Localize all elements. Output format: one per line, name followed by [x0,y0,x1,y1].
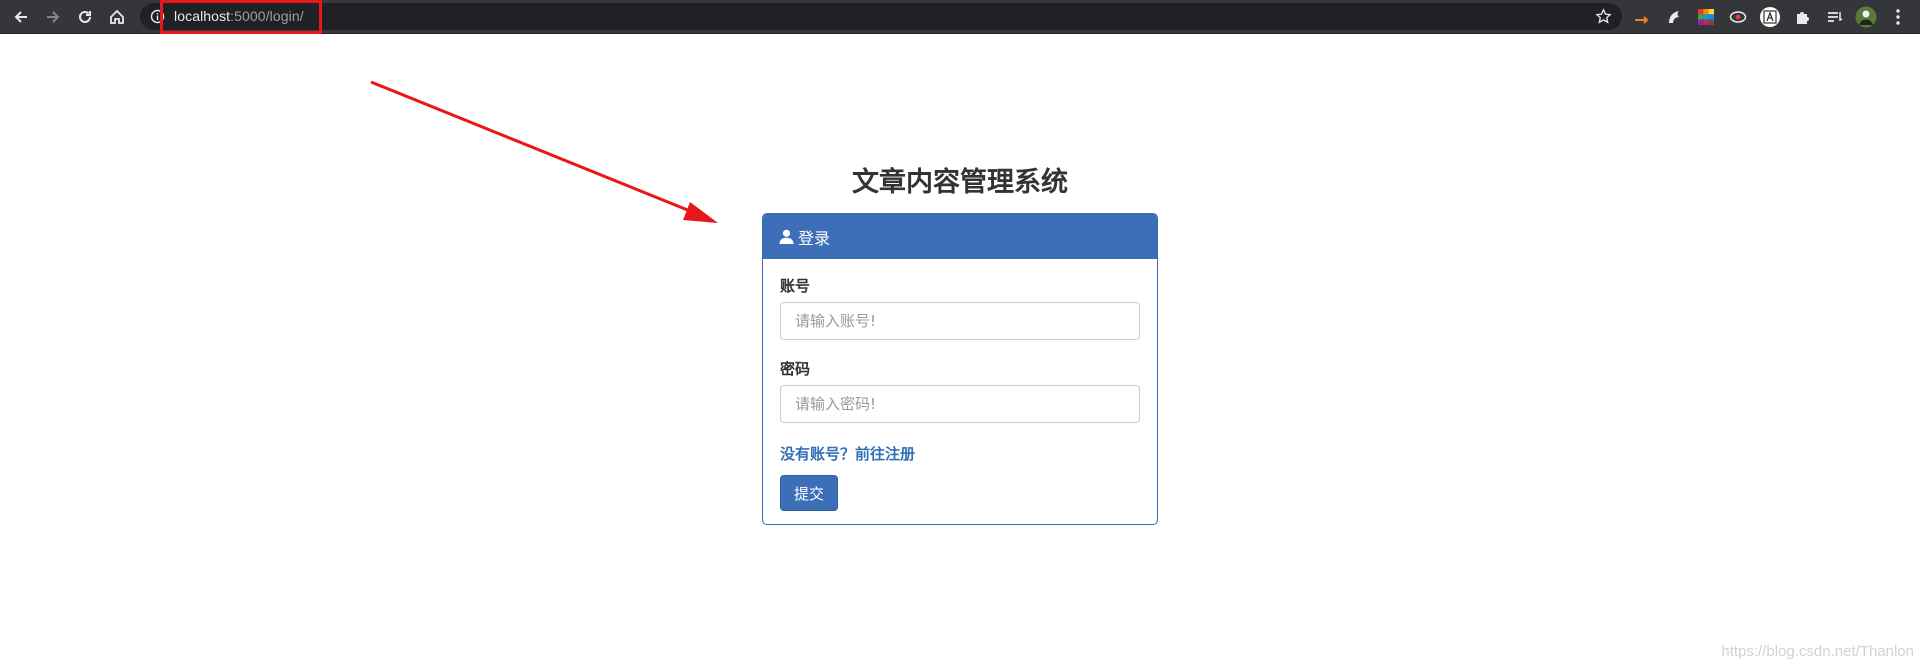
wolf-extension-icon [1669,11,1679,23]
eye-extension-button[interactable] [1726,5,1750,29]
translate-extension-icon [1760,7,1780,27]
register-link[interactable]: 没有账号？前往注册 [780,443,915,464]
profile-avatar [1855,6,1877,28]
reading-list-button[interactable] [1822,5,1846,29]
back-button[interactable] [7,3,35,31]
more-menu-button[interactable] [1886,5,1910,29]
login-form: 账号 密码 没有账号？前往注册 提交 [763,259,1157,524]
account-group: 账号 [780,275,1140,340]
reload-button[interactable] [71,3,99,31]
puzzle-icon [1796,11,1809,24]
color-palette-extension-icon [1698,9,1714,25]
account-label: 账号 [780,277,811,295]
password-group: 密码 [780,358,1140,423]
browser-toolbar: localhost:5000/login/ [0,0,1920,34]
login-heading-text: 登录 [798,228,831,248]
reload-icon [79,10,91,23]
watermark: https://blog.csdn.net/Thanlon [1721,643,1914,660]
login-panel-heading: 登录 [763,214,1157,259]
wolf-extension-button[interactable] [1662,5,1686,29]
arrow-extension-icon [1635,16,1649,24]
account-input[interactable] [780,302,1140,340]
translate-extension-button[interactable] [1758,5,1782,29]
reading-list-icon [1827,11,1842,22]
page-title: 文章内容管理系统 [852,167,1068,198]
arrow-extension-button[interactable] [1630,5,1654,29]
profile-button[interactable] [1854,5,1878,29]
extensions-button[interactable] [1790,5,1814,29]
eye-extension-icon [1729,11,1747,23]
submit-button[interactable]: 提交 [780,475,839,511]
user-icon [779,229,794,244]
color-palette-extension-button[interactable] [1694,5,1718,29]
url-text[interactable]: localhost:5000/login/ [174,8,304,24]
info-icon[interactable] [150,9,165,24]
home-icon [110,9,124,24]
password-input[interactable] [780,385,1140,423]
star-icon[interactable] [1595,8,1612,25]
home-button[interactable] [103,3,131,31]
forward-button[interactable] [39,3,67,31]
more-menu-icon [1896,9,1900,25]
forward-icon [47,11,60,23]
password-label: 密码 [780,360,811,378]
address-bar[interactable]: localhost:5000/login/ [140,3,1622,30]
back-icon [14,11,27,23]
login-panel: 登录 账号 密码 没有账号？前往注册 提交 [762,213,1158,525]
